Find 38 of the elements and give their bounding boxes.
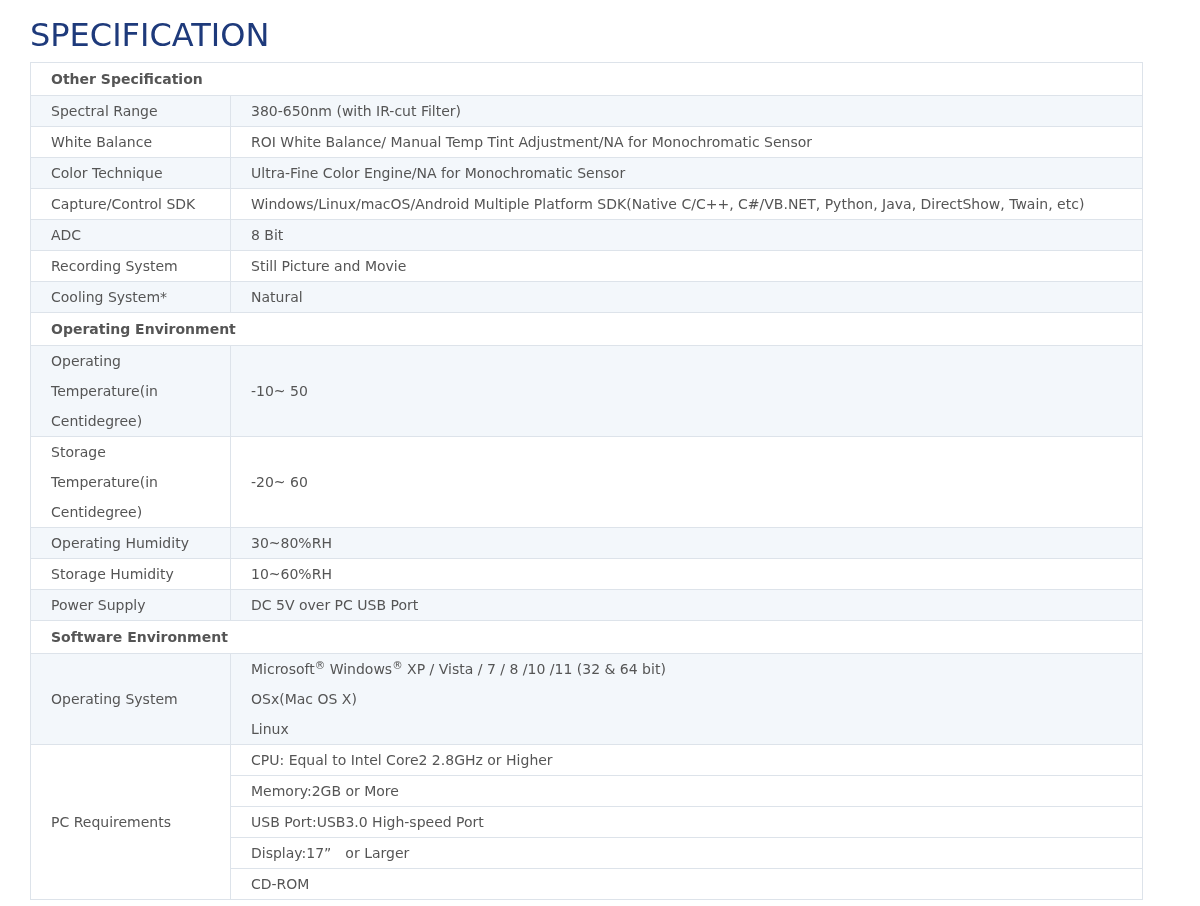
spec-value: Display:17” or Larger (230, 837, 1143, 869)
spec-value: Natural (251, 288, 304, 307)
spec-value: -20~ 60 (251, 473, 309, 492)
spec-label: Cooling System* (30, 281, 231, 313)
spec-label: Power Supply (30, 589, 231, 621)
spec-value: ROI White Balance/ Manual Temp Tint Adjustment/NA for Monochromatic Sensor (251, 133, 814, 152)
spec-value: DC 5V over PC USB Port (251, 596, 420, 615)
spec-value: Memory:2GB or More (230, 775, 1143, 807)
spec-value: Windows/Linux/macOS/Android Multiple Platform SDK(Native C/C++, C#/VB.NET, Python, Java, DirectShow, Twain, etc) (251, 195, 1086, 214)
section-heading: Software Environment (30, 620, 1143, 654)
spec-value: 380-650nm (with IR-cut Filter) (251, 102, 463, 121)
spec-label: Storage Humidity (30, 558, 231, 590)
spec-value: 10~60%RH (251, 565, 333, 584)
section-heading: Other Specification (30, 62, 1143, 96)
spec-label: Recording System (30, 250, 231, 282)
spec-value: CD-ROM (230, 868, 1143, 900)
spec-value: Linux (251, 720, 290, 739)
spec-value: 30~80%RH (251, 534, 333, 553)
spec-value: -10~ 50 (251, 382, 309, 401)
spec-label: Operating Humidity (30, 527, 231, 559)
spec-value: Still Picture and Movie (251, 257, 408, 276)
spec-value: Microsoft$^{®}$ Windows$^{®}$ XP / Vista / 7 / 8 /10 /11 (32 & 64 bit) (251, 657, 667, 679)
spec-value: USB Port:USB3.0 High-speed Port (230, 806, 1143, 838)
spec-value: CPU: Equal to Intel Core2 2.8GHz or Higher (230, 744, 1143, 776)
spec-label: Capture/Control SDK (30, 188, 231, 220)
spec-label: Storage Temperature(in Centidegree) (30, 436, 231, 528)
spec-label: Operating Temperature(in Centidegree) (30, 345, 231, 437)
page-title: SPECIFICATION (30, 15, 270, 56)
spec-label: ADC (30, 219, 231, 251)
spec-label: Operating System (30, 653, 231, 745)
section-heading: Operating Environment (30, 312, 1143, 346)
spec-label: Color Technique (30, 157, 231, 189)
spec-value: OSx(Mac OS X) (251, 690, 358, 709)
spec-label: White Balance (30, 126, 231, 158)
spec-value: Ultra-Fine Color Engine/NA for Monochromatic Sensor (251, 164, 627, 183)
spec-value: 8 Bit (251, 226, 285, 245)
spec-label: PC Requirements (30, 744, 231, 900)
spec-label: Spectral Range (30, 95, 231, 127)
